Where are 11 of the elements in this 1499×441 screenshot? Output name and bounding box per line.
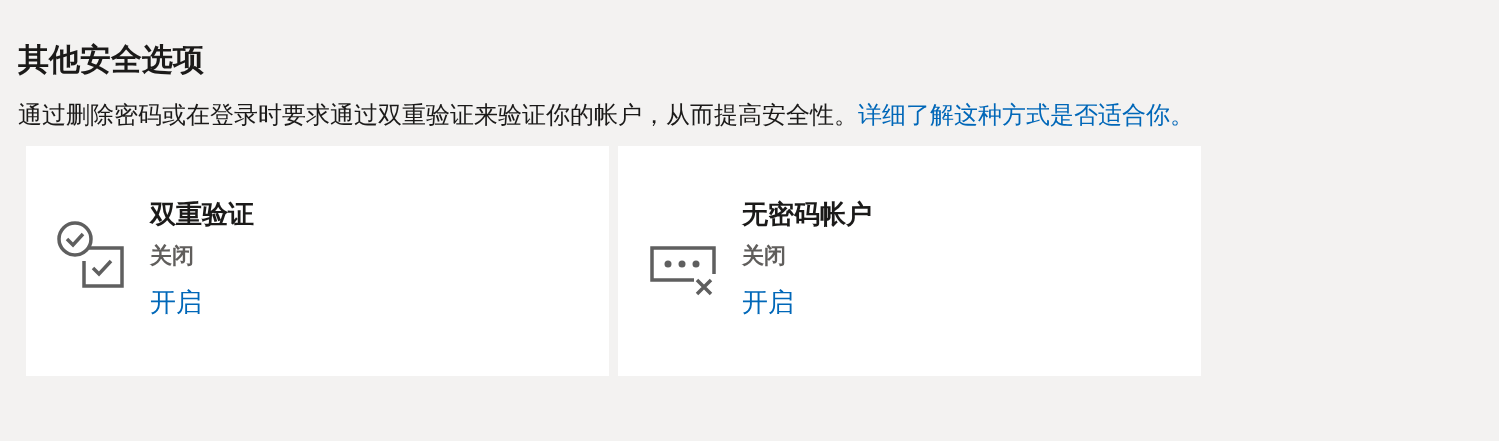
learn-more-link[interactable]: 详细了解这种方式是否适合你。: [858, 101, 1194, 129]
turn-on-link[interactable]: 开启: [742, 284, 794, 320]
card-title: 双重验证: [150, 198, 254, 231]
description-text: 通过删除密码或在登录时要求通过双重验证来验证你的帐户，从而提高安全性。详细了解这种方式是否适合你。: [18, 100, 1195, 131]
status-text: 关闭: [742, 242, 786, 270]
section-heading: 其他安全选项: [18, 40, 205, 79]
card-title: 无密码帐户: [742, 198, 872, 231]
turn-on-link[interactable]: 开启: [150, 284, 202, 320]
status-text: 关闭: [150, 242, 194, 270]
password-removed-icon: [650, 246, 716, 298]
checkmarks-icon: [56, 220, 124, 288]
